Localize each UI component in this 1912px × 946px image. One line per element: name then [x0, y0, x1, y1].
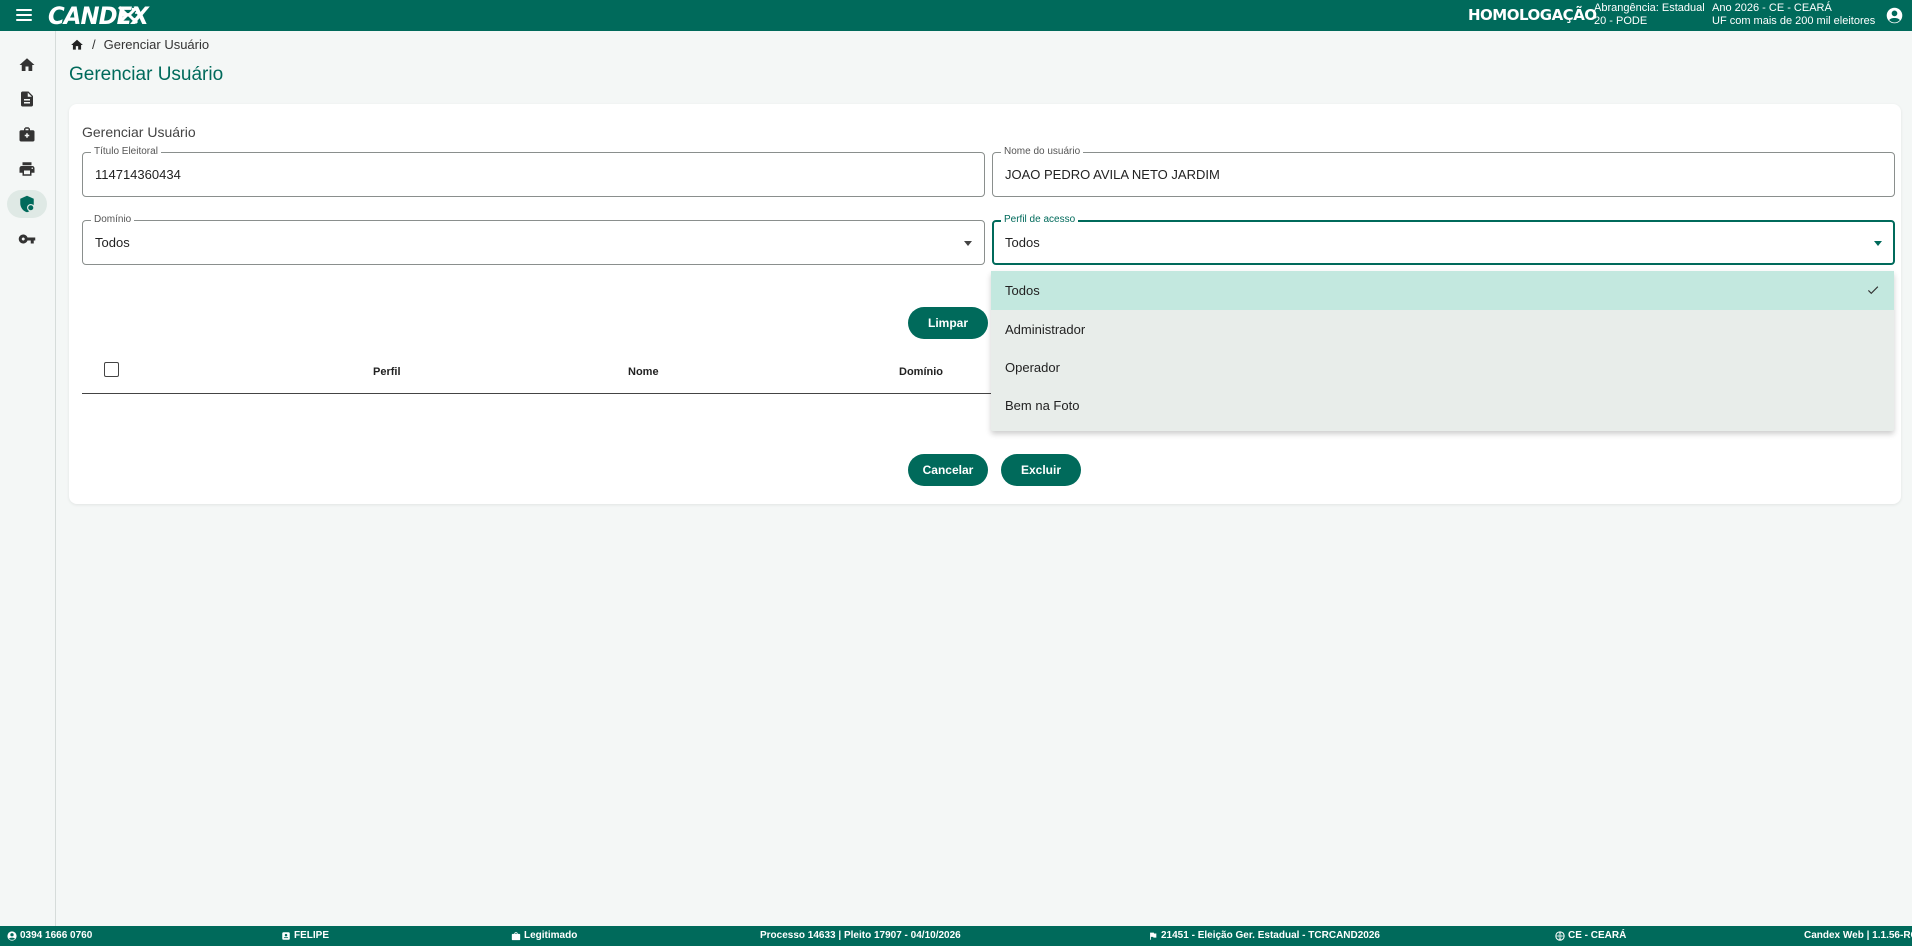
limpar-button[interactable]: Limpar	[908, 307, 988, 339]
excluir-button[interactable]: Excluir	[1001, 454, 1081, 486]
abrangencia-line1: Abrangência: Estadual	[1594, 2, 1705, 14]
card-title: Gerenciar Usuário	[82, 124, 196, 140]
nav-print[interactable]	[7, 155, 47, 183]
account-circle-icon	[7, 930, 17, 941]
breadcrumb: / Gerenciar Usuário	[70, 37, 209, 52]
breadcrumb-current: Gerenciar Usuário	[103, 37, 210, 52]
briefcase-icon	[19, 127, 35, 142]
globe-icon	[1555, 930, 1565, 941]
home-icon[interactable]	[70, 38, 84, 52]
dropdown-arrow-icon[interactable]	[964, 241, 972, 246]
footer-processo-text: Processo 14633 | Pleito 17907 - 04/10/20…	[760, 930, 961, 941]
nome-usuario-value: JOAO PEDRO AVILA NETO JARDIM	[1005, 167, 1220, 182]
titulo-eleitoral-value: 114714360434	[95, 167, 181, 182]
abrangencia-line2: 20 - PODE	[1594, 15, 1648, 27]
option-bem-na-foto[interactable]: Bem na Foto	[991, 386, 1894, 425]
footer-uf-text: CE - CEARÁ	[1568, 930, 1627, 941]
checkmark-icon	[1867, 286, 1879, 295]
dominio-label: Domínio	[91, 214, 135, 226]
security-shield-icon	[20, 195, 35, 213]
page-title: Gerenciar Usuário	[69, 64, 224, 85]
printer-icon	[19, 162, 35, 176]
footer-eleicao: 21451 - Eleição Ger. Estadual - TCRCAND2…	[1148, 930, 1380, 941]
column-header-nome[interactable]: Nome	[628, 366, 659, 378]
abrangencia-info: Abrangência: Estadual 20 - PODE	[1594, 2, 1705, 28]
footer-eleicao-text: 21451 - Eleição Ger. Estadual - TCRCAND2…	[1161, 930, 1380, 941]
footer-user-text: FELIPE	[294, 930, 330, 941]
footer-user: FELIPE	[281, 930, 329, 941]
top-app-bar: CANDEX HOMOLOGAÇÃO Abrangência: Estadual…	[0, 0, 1912, 31]
footer-status-text: Legitimado	[524, 930, 578, 941]
footer-uf: CE - CEARÁ	[1555, 930, 1626, 941]
nav-documents[interactable]	[7, 85, 47, 113]
nav-password[interactable]	[7, 225, 47, 253]
option-label: Todos	[1005, 283, 1040, 298]
dominio-value: Todos	[95, 235, 130, 250]
dropdown-arrow-icon[interactable]	[1874, 241, 1882, 246]
option-label: Bem na Foto	[1005, 398, 1080, 413]
ano-line2: UF com mais de 200 mil eleitores	[1712, 15, 1876, 27]
status-footer: 0394 1666 0760 FELIPE Legitimado Process…	[0, 926, 1912, 946]
document-icon	[21, 91, 33, 107]
perfil-acesso-label: Perfil de acesso	[1001, 214, 1079, 226]
nome-usuario-field[interactable]: Nome do usuário JOAO PEDRO AVILA NETO JA…	[992, 146, 1895, 197]
perfil-acesso-options-panel: Todos Administrador Operador Bem na Foto	[991, 271, 1894, 431]
account-circle-icon[interactable]	[1886, 7, 1903, 24]
key-icon	[18, 234, 36, 244]
option-administrador[interactable]: Administrador	[991, 310, 1894, 349]
select-all-checkbox[interactable]	[104, 362, 119, 377]
titulo-eleitoral-label: Título Eleitoral	[91, 146, 161, 158]
column-header-dominio[interactable]: Domínio	[899, 366, 943, 378]
footer-phone: 0394 1666 0760	[7, 930, 92, 941]
footer-processo: Processo 14633 | Pleito 17907 - 04/10/20…	[760, 930, 961, 941]
perfil-acesso-value: Todos	[1005, 235, 1040, 250]
nav-cases[interactable]	[7, 120, 47, 148]
nav-security[interactable]	[7, 190, 47, 218]
nome-usuario-label: Nome do usuário	[1001, 146, 1084, 158]
option-operador[interactable]: Operador	[991, 348, 1894, 387]
breadcrumb-separator: /	[92, 37, 96, 52]
column-header-perfil[interactable]: Perfil	[373, 366, 401, 378]
environment-label: HOMOLOGAÇÃO	[1468, 6, 1597, 24]
flag-icon	[1150, 932, 1157, 940]
election-year-info: Ano 2026 - CE - CEARÁ UF com mais de 200…	[1712, 2, 1875, 28]
cancelar-button[interactable]: Cancelar	[908, 454, 988, 486]
menu-icon[interactable]	[14, 6, 34, 26]
footer-phone-text: 0394 1666 0760	[20, 930, 93, 941]
badge-icon	[282, 931, 290, 940]
footer-version-text: Candex Web | 1.1.56-RC	[1804, 930, 1912, 941]
side-navigation	[0, 31, 56, 926]
home-icon	[19, 58, 35, 71]
footer-status: Legitimado	[511, 930, 577, 941]
ano-line1: Ano 2026 - CE - CEARÁ	[1712, 2, 1832, 14]
nav-home[interactable]	[7, 51, 47, 79]
option-label: Administrador	[1005, 322, 1086, 337]
briefcase-icon	[511, 931, 521, 940]
footer-version: Candex Web | 1.1.56-RC	[1804, 930, 1912, 941]
dominio-select[interactable]: Domínio Todos	[82, 214, 985, 265]
logo-mark-icon	[117, 5, 139, 25]
option-label: Operador	[1005, 360, 1060, 375]
option-todos[interactable]: Todos	[991, 271, 1894, 310]
titulo-eleitoral-field[interactable]: Título Eleitoral 114714360434	[82, 146, 985, 197]
perfil-acesso-select[interactable]: Perfil de acesso Todos	[992, 214, 1895, 265]
